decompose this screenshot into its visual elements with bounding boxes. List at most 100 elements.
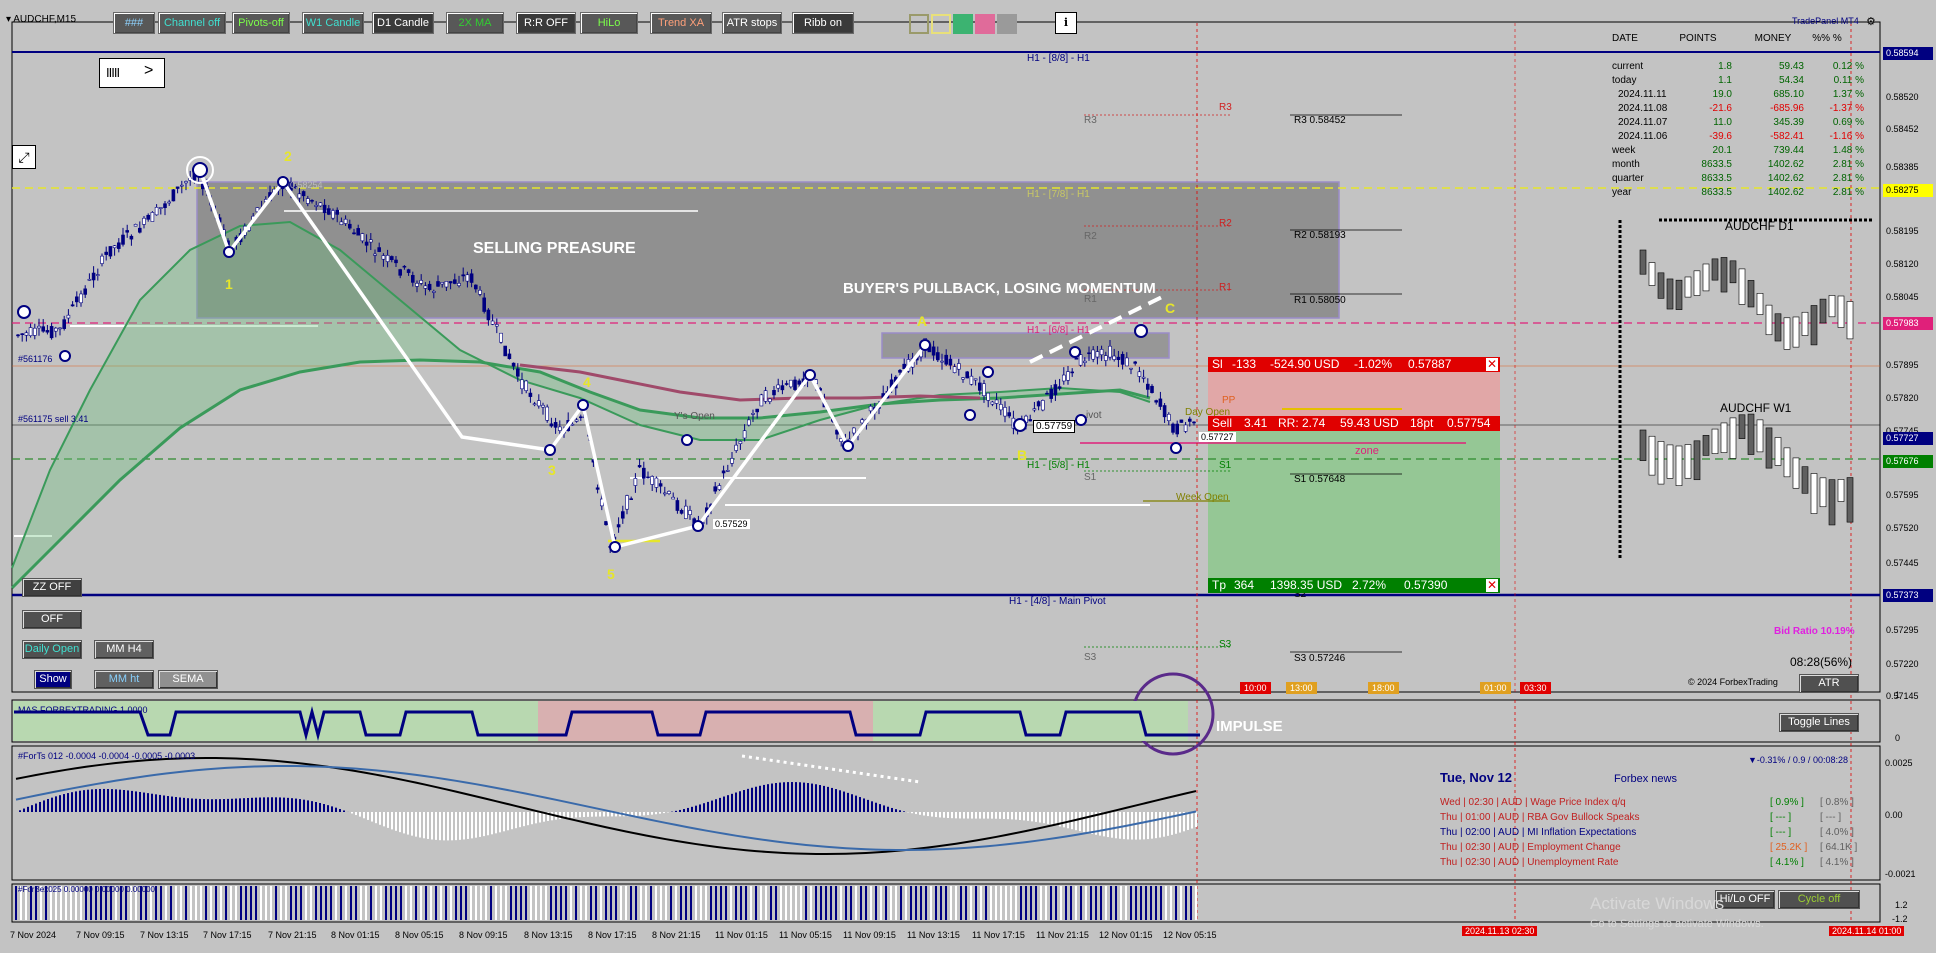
chart-nav-control[interactable]: IIIII > — [99, 58, 165, 88]
show-button[interactable]: Show — [34, 670, 72, 689]
stop-loss-bar[interactable]: Sl -133 -524.90 USD -1.02% 0.57887 ✕ — [1208, 357, 1500, 372]
cycle-off-button[interactable]: Cycle off — [1778, 890, 1860, 909]
toggle-lines-button[interactable]: Toggle Lines — [1779, 713, 1859, 732]
candle-body — [965, 371, 970, 379]
toolbar-button-pivots-off[interactable]: Pivots-off — [232, 12, 290, 34]
candle-body — [58, 327, 62, 330]
candle-body — [557, 426, 562, 431]
mm-ht-button[interactable]: MM ht — [94, 670, 154, 689]
wave-label-2: 2 — [284, 148, 292, 164]
take-profit-bar[interactable]: Tp 364 1398.35 USD 2.72% 0.57390 ✕ — [1208, 578, 1500, 593]
entry-label: Sell — [1212, 416, 1233, 430]
toolbar-button-d1-candle[interactable]: D1 Candle — [372, 12, 434, 34]
time-axis-label: 8 Nov 01:15 — [331, 930, 380, 940]
settings-gear-icon[interactable]: ⚙ — [1866, 15, 1876, 28]
mini-d1-candle — [1738, 268, 1746, 305]
candle-body — [553, 422, 558, 428]
swing-point-marker — [277, 176, 289, 188]
candle-body — [457, 283, 461, 286]
toolbar-button-trend-xa[interactable]: Trend XA — [650, 12, 712, 34]
candle-body — [70, 304, 75, 307]
price-axis-label: 0.57295 — [1886, 625, 1919, 635]
stats-cell: 2.81 % — [1832, 187, 1864, 198]
candle-body — [448, 281, 453, 284]
price-axis-label: 0.57445 — [1886, 558, 1919, 568]
stats-cell: 8633.5 — [1701, 159, 1732, 170]
info-button[interactable]: i — [1055, 12, 1077, 34]
candle-body — [767, 398, 772, 402]
toolbar-button-atr-stops[interactable]: ATR stops — [722, 12, 782, 34]
candle-body — [675, 500, 680, 511]
tp-close-icon[interactable]: ✕ — [1486, 579, 1498, 592]
candle-body — [646, 476, 650, 479]
mini-d1-candle — [1810, 305, 1818, 346]
color-swatch-5[interactable] — [997, 14, 1017, 34]
toolbar-button-w1-candle[interactable]: W1 Candle — [302, 12, 364, 34]
color-swatch-3[interactable] — [953, 14, 973, 34]
news-item[interactable]: Thu | 02:00 | AUD | MI Inflation Expecta… — [1440, 827, 1854, 838]
stats-header-cell: POINTS — [1679, 33, 1717, 44]
news-item-forecast: [ 64.1K ] — [1820, 842, 1858, 853]
sl-close-icon[interactable]: ✕ — [1486, 358, 1498, 371]
stats-cell: year — [1612, 187, 1632, 198]
dropdown-triangle-icon[interactable]: ▾ — [6, 14, 11, 25]
candle-body — [1167, 413, 1171, 421]
mini-w1-candle — [1828, 479, 1836, 526]
pivot-s1-left: S1 — [1084, 472, 1097, 483]
candle-body — [431, 290, 436, 293]
mm-h4-button[interactable]: MM H4 — [94, 640, 154, 659]
expand-icon[interactable]: ⤢ — [12, 145, 36, 169]
week-open-label: Week Open — [1176, 492, 1229, 503]
stats-header-cell: MONEY — [1754, 33, 1792, 44]
candle-body — [427, 283, 432, 290]
sell-entry-bar[interactable]: Sell 3.41 RR: 2.74 59.43 USD 18pt 0.5775… — [1208, 416, 1500, 431]
candle-body — [347, 223, 352, 229]
mini-d1-candle — [1828, 295, 1836, 318]
news-item[interactable]: Thu | 01:00 | AUD | RBA Gov Bullock Spea… — [1440, 812, 1841, 823]
mini-d1-candle — [1774, 313, 1782, 342]
candle-body — [671, 496, 676, 500]
stats-cell: 11.0 — [1713, 117, 1732, 128]
candle-body — [688, 510, 692, 516]
candle-body — [402, 265, 407, 268]
toolbar-button-hilo[interactable]: HiLo — [580, 12, 638, 34]
daily-open-button[interactable]: Daily Open — [22, 640, 82, 659]
toolbar-button-ribb-on[interactable]: Ribb on — [792, 12, 854, 34]
pivot-label: ivot — [1086, 410, 1102, 421]
toolbar-button-[interactable]: ### — [113, 12, 155, 34]
candle-body — [990, 401, 995, 405]
time-axis-label: 12 Nov 05:15 — [1163, 930, 1217, 940]
price-axis-label: 0.57895 — [1886, 360, 1919, 370]
news-item[interactable]: Thu | 02:30 | AUD | Employment Change [ 2… — [1440, 842, 1857, 853]
candle-body — [1041, 400, 1045, 411]
candle-body — [163, 203, 167, 209]
activate-windows-title: Activate Windows — [1590, 894, 1725, 913]
mini-d1-candle — [1756, 293, 1764, 315]
toolbar-button-2x-ma[interactable]: 2X MA — [446, 12, 504, 34]
candle-body — [1125, 357, 1129, 367]
next-arrow-icon[interactable]: > — [144, 62, 153, 80]
news-item[interactable]: Wed | 02:30 | AUD | Wage Price Index q/q… — [1440, 797, 1854, 808]
news-item[interactable]: Thu | 02:30 | AUD | Unemployment Rate [ 4… — [1440, 857, 1854, 868]
toolbar-button-channel-off[interactable]: Channel off — [158, 12, 226, 34]
time-axis-label: 7 Nov 17:15 — [203, 930, 252, 940]
off-button[interactable]: OFF — [22, 610, 82, 629]
candle-body — [536, 400, 541, 407]
candle-body — [1095, 351, 1100, 358]
candle-body — [969, 375, 974, 385]
zz-off-button[interactable]: ZZ OFF — [22, 578, 82, 597]
candle-body — [1070, 371, 1074, 374]
color-swatch-2[interactable] — [931, 14, 951, 34]
stats-cell: 685.10 — [1773, 89, 1804, 100]
toolbar-button-r-r-off[interactable]: R:R OFF — [516, 12, 576, 34]
mini-d1-candle — [1720, 257, 1728, 293]
sema-button[interactable]: SEMA — [158, 670, 218, 689]
color-swatch-4[interactable] — [975, 14, 995, 34]
candle-body — [528, 392, 533, 397]
color-swatch-1[interactable] — [909, 14, 929, 34]
candle-body — [721, 470, 726, 474]
mini-chart-d1-title: AUDCHF D1 — [1725, 219, 1794, 233]
stats-cell: 0.11 % — [1833, 75, 1864, 86]
atr-button[interactable]: ATR — [1799, 674, 1859, 693]
candle-body — [1108, 345, 1112, 358]
